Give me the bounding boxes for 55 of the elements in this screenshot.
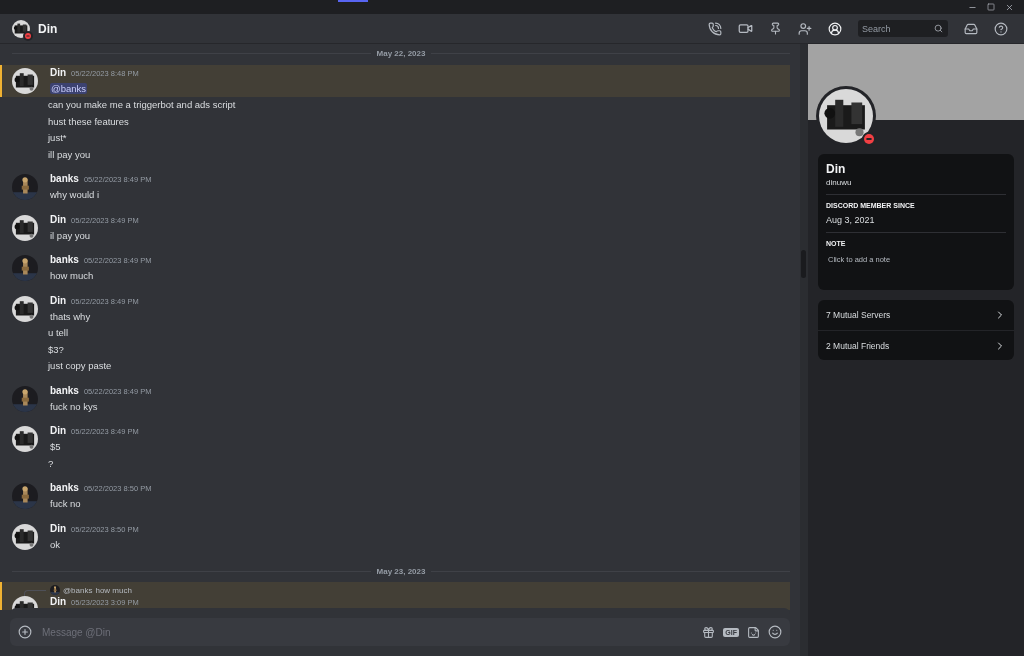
message-text: ok [50,537,62,552]
reply-text: how much [95,585,132,595]
message-text: just copy paste [46,359,113,374]
mutual-link[interactable]: 7 Mutual Servers [818,300,1014,330]
message-text: $3? [47,342,65,357]
author-name[interactable]: Din [50,66,67,78]
member-since-date: Aug 3, 2021 [826,215,876,225]
video-camera-icon[interactable] [738,21,753,36]
plus-icon[interactable] [18,625,32,639]
close-icon[interactable] [1005,2,1014,12]
search-field[interactable]: Search [858,20,948,37]
scrollbar[interactable] [800,44,808,656]
author-name[interactable]: Din [50,522,67,534]
sticker-icon[interactable] [747,625,760,639]
emoji-icon[interactable] [768,625,782,639]
message-text: why would i [50,188,101,203]
profile-name: Din [826,162,847,176]
gift-icon[interactable] [702,625,716,639]
message-text: ill pay you [47,147,92,162]
mention[interactable]: @banks [50,82,87,94]
message-text: ? [47,456,55,471]
author-name[interactable]: Din [50,425,67,437]
message-text: fuck no kys [50,399,99,414]
author-name[interactable]: banks [50,254,79,266]
date-divider: May 23, 2023 [376,566,426,576]
do-not-disturb-icon [864,134,874,144]
mutual-link[interactable]: 2 Mutual Friends [818,330,1014,360]
author-name[interactable]: banks [50,384,79,396]
pin-icon[interactable] [769,22,782,35]
message-text: thats why [50,309,92,324]
profile-username: dinuwu [826,178,853,187]
message-text: $5 [50,440,62,455]
channel-title: Din [38,21,59,36]
maximize-icon[interactable] [987,3,995,11]
reply-mention[interactable]: @banks [63,585,93,595]
help-icon[interactable] [994,21,1008,36]
do-not-disturb-icon [25,32,31,39]
search-icon [934,24,943,33]
message-text: can you make me a triggerbot and ads script [47,98,237,113]
author-name[interactable]: banks [50,173,79,185]
inbox-icon[interactable] [964,21,978,36]
phone-icon[interactable] [708,21,722,36]
date-divider: May 22, 2023 [376,49,426,59]
message-text: fuck no [50,497,82,512]
user-profile-icon[interactable] [828,21,842,36]
author-name[interactable]: Din [50,213,67,225]
message-text: hust these features [47,114,130,129]
author-name[interactable]: banks [50,482,79,494]
author-name[interactable]: Din [50,596,67,607]
message-text: il pay you [50,228,92,243]
message-text: u tell [47,326,70,341]
message-text: just* [46,131,68,146]
add-user-icon[interactable] [798,21,812,36]
author-name[interactable]: Din [50,294,67,306]
message-text: how much [50,269,95,284]
